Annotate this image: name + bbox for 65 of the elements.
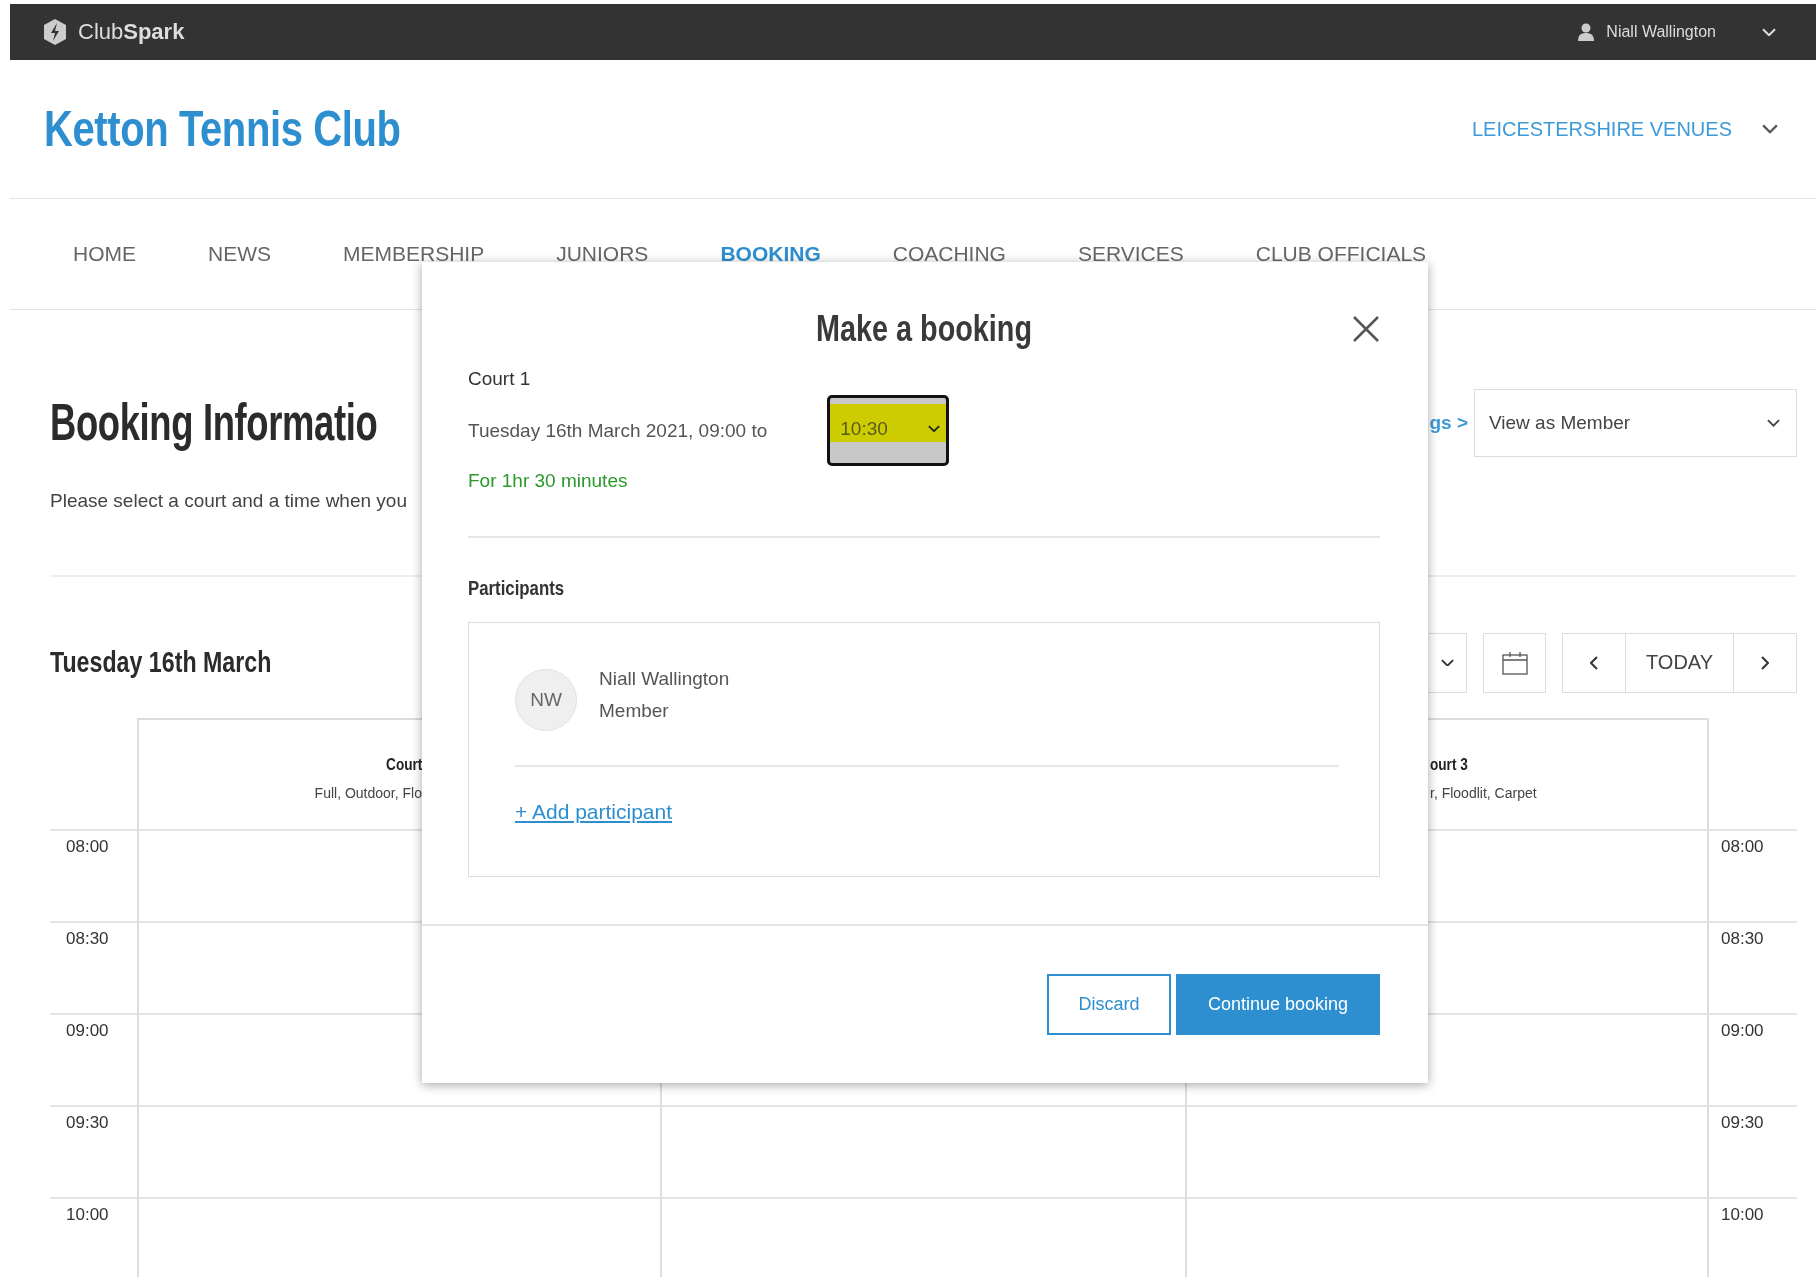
chevron-down-icon bbox=[1441, 658, 1454, 667]
time-slot[interactable] bbox=[660, 1105, 1185, 1197]
continue-button[interactable]: Continue booking bbox=[1176, 974, 1380, 1035]
time-label: 09:30 bbox=[50, 1105, 137, 1197]
date-range: Tuesday 16th March 2021, 09:00 to bbox=[468, 419, 768, 442]
court-name: ourt 3 bbox=[1430, 754, 1468, 775]
time-slot[interactable] bbox=[1185, 1105, 1709, 1197]
time-slot[interactable] bbox=[660, 1197, 1185, 1277]
nav-tab[interactable]: CLUB OFFICIALS bbox=[1255, 242, 1427, 266]
next-button[interactable] bbox=[1734, 632, 1797, 693]
intro-text: Please select a court and a time when you bbox=[50, 490, 408, 512]
discard-button[interactable]: Discard bbox=[1047, 974, 1171, 1035]
close-icon bbox=[1352, 315, 1380, 343]
chevron-down-icon bbox=[1762, 27, 1776, 37]
brand-name[interactable]: ClubSpark bbox=[78, 19, 185, 45]
time-label: 08:30 bbox=[1709, 921, 1797, 1013]
chevron-down-icon bbox=[1762, 124, 1778, 134]
nav-tab[interactable]: MEMBERSHIP bbox=[343, 242, 485, 266]
time-slot[interactable] bbox=[1185, 1197, 1709, 1277]
nav-tab[interactable]: JUNIORS bbox=[556, 242, 649, 266]
time-label: 08:00 bbox=[50, 829, 137, 921]
time-label: 09:00 bbox=[50, 1013, 137, 1105]
user-icon bbox=[1578, 23, 1595, 41]
avatar: NW bbox=[515, 669, 577, 731]
nav-tab[interactable]: SERVICES bbox=[1077, 242, 1184, 266]
participants-heading: Participants bbox=[468, 576, 565, 600]
participant-role: Member bbox=[599, 700, 670, 722]
time-slot[interactable] bbox=[137, 1197, 660, 1277]
time-label: 08:30 bbox=[50, 921, 137, 1013]
date-heading: Tuesday 16th March bbox=[50, 646, 272, 679]
nav-tab[interactable]: COACHING bbox=[892, 242, 1006, 266]
view-select[interactable]: View as Member bbox=[1474, 389, 1797, 457]
chevron-down-icon bbox=[928, 424, 941, 433]
club-title: Ketton Tennis Club bbox=[44, 100, 401, 158]
court-details: Full, Outdoor, Flo bbox=[314, 784, 422, 801]
user-name[interactable]: Niall Wallington bbox=[1606, 23, 1716, 41]
bookings-link[interactable]: gs > bbox=[1429, 412, 1468, 434]
participant-name: Niall Wallington bbox=[599, 668, 730, 690]
duration-text: For 1hr 30 minutes bbox=[468, 470, 629, 492]
calendar-button[interactable] bbox=[1483, 632, 1546, 693]
nav-tab[interactable]: BOOKING bbox=[720, 242, 821, 266]
time-label: 09:00 bbox=[1709, 1013, 1797, 1105]
court-details: r, Floodlit, Carpet bbox=[1430, 784, 1537, 801]
add-participant-link[interactable]: + Add participant bbox=[515, 800, 673, 824]
chevron-down-icon bbox=[1767, 419, 1780, 427]
logo-icon bbox=[42, 18, 68, 46]
select-toggle[interactable] bbox=[1429, 632, 1467, 693]
time-label: 09:30 bbox=[1709, 1105, 1797, 1197]
time-label: 10:00 bbox=[1709, 1197, 1797, 1277]
dialog-title: Make a booking bbox=[815, 308, 1033, 350]
end-time-select[interactable]: 10:30 bbox=[827, 395, 950, 466]
previous-icon bbox=[1590, 655, 1598, 670]
next-icon bbox=[1761, 655, 1769, 670]
previous-button[interactable] bbox=[1562, 632, 1626, 693]
time-label: 10:00 bbox=[50, 1197, 137, 1277]
time-label: 08:00 bbox=[1709, 829, 1797, 921]
nav-tab[interactable]: NEWS bbox=[208, 242, 271, 266]
venues-link[interactable]: LEICESTERSHIRE VENUES bbox=[1471, 117, 1732, 141]
time-slot[interactable] bbox=[137, 1105, 660, 1197]
court-label: Court 1 bbox=[468, 368, 532, 390]
calendar-icon bbox=[1501, 650, 1528, 675]
today-button[interactable]: TODAY bbox=[1626, 632, 1734, 693]
close-button[interactable] bbox=[1352, 315, 1380, 343]
court-name: Court bbox=[385, 754, 422, 775]
nav-tab[interactable]: HOME bbox=[73, 242, 136, 266]
